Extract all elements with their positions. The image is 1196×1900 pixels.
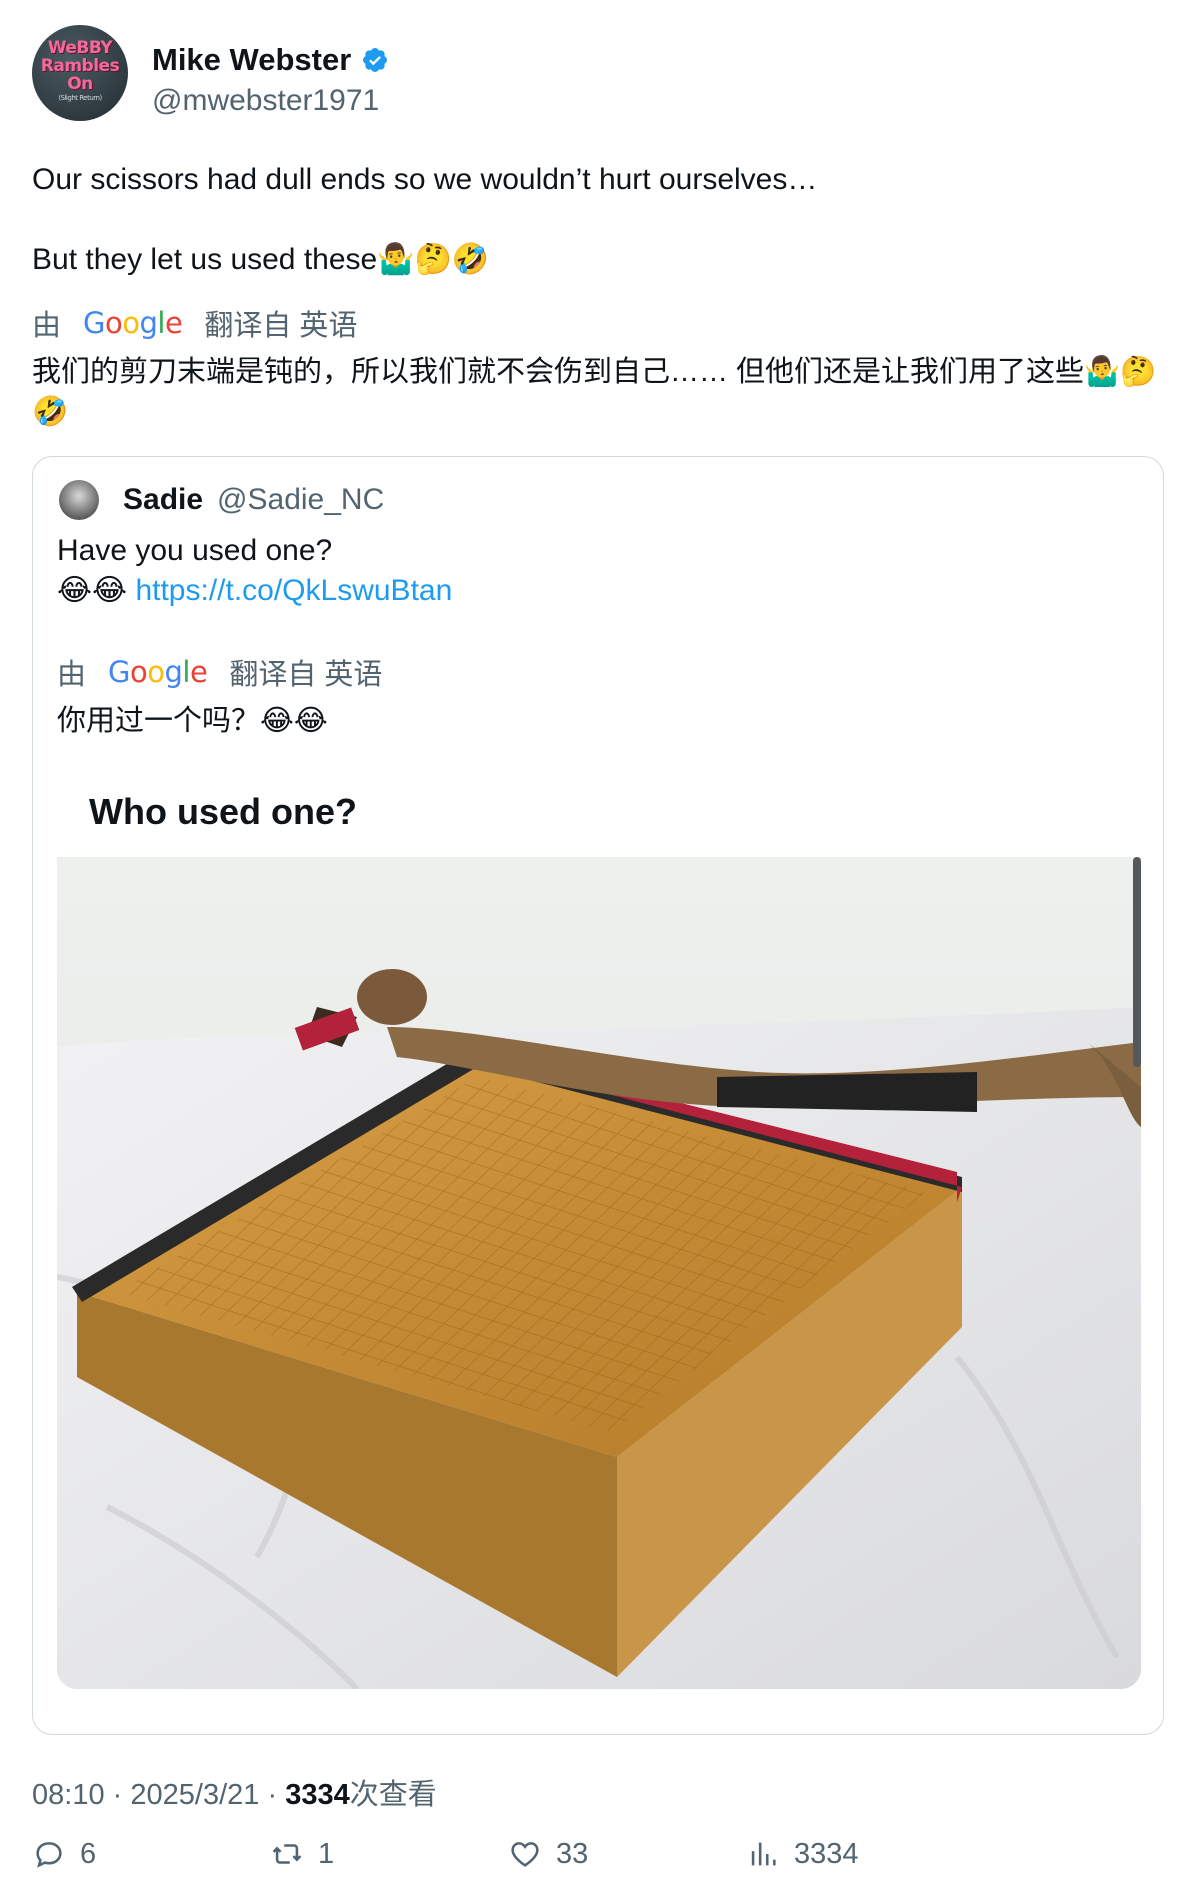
paper-cutter-image[interactable] [57, 857, 1141, 1689]
reply-icon [36, 1842, 62, 1868]
quoted-translation-attribution[interactable]: 由 Google 翻译自 英语 [57, 651, 1139, 693]
heart-icon [511, 1842, 539, 1867]
translation-source: 翻译自 英语 [204, 310, 358, 342]
quoted-tweet-link[interactable]: https://t.co/QkLswuBtan [135, 574, 452, 607]
translation-prefix: 由 [32, 310, 62, 342]
tweet-date[interactable]: 2025/3/21 [130, 1779, 259, 1811]
media-caption: Who used one? [89, 791, 357, 832]
verified-badge-icon [361, 46, 389, 74]
quoted-author-handle: @Sadie_NC [217, 483, 385, 516]
translation-source: 翻译自 英语 [229, 659, 383, 691]
tweet-text-line: But they let us used these🤷‍♂️🤔🤣 [32, 243, 490, 276]
image-scrollbar[interactable] [1133, 857, 1141, 1067]
tweet-time[interactable]: 08:10 [32, 1779, 105, 1811]
views-button[interactable]: 3334 [746, 1837, 984, 1871]
retweet-count: 1 [318, 1837, 335, 1870]
retweet-icon [272, 1844, 302, 1864]
quoted-tweet[interactable]: Sadie @Sadie_NC Have you used one? 😂😂 ht… [32, 456, 1164, 1735]
tweet-text-line: Our scissors had dull ends so we wouldn’… [32, 163, 818, 196]
author-name[interactable]: Mike Webster [152, 42, 351, 78]
quoted-text-line: Have you used one? [57, 534, 333, 567]
author-avatar[interactable]: WeBBY Rambles On (Slight Return) [32, 25, 128, 121]
like-button[interactable]: 33 [508, 1837, 746, 1871]
tweet-text: Our scissors had dull ends so we wouldn’… [32, 160, 1164, 280]
google-logo: Google [83, 306, 183, 340]
tweet-header: WeBBY Rambles On (Slight Return) Mike We… [32, 20, 1164, 130]
views-count: 3334 [285, 1779, 350, 1811]
views-label: 次查看 [349, 1779, 437, 1811]
tweet: WeBBY Rambles On (Slight Return) Mike We… [32, 20, 1164, 1879]
quoted-emoji: 😂😂 [57, 574, 128, 607]
retweet-button[interactable]: 1 [270, 1837, 508, 1871]
quoted-author-avatar [59, 480, 99, 520]
views-action-count: 3334 [794, 1837, 859, 1870]
meta-separator: · [267, 1779, 278, 1811]
like-count: 33 [556, 1837, 589, 1870]
quoted-tweet-header: Sadie @Sadie_NC [57, 479, 1139, 521]
avatar-logo: WeBBY Rambles On (Slight Return) [40, 38, 120, 102]
meta-separator: · [112, 1779, 123, 1811]
quoted-tweet-text: Have you used one? 😂😂 https://t.co/QkLsw… [57, 531, 1139, 611]
tweet-meta: 08:10 · 2025/3/21 · 3334次查看 [32, 1771, 1164, 1811]
quoted-text-line: 😂😂 https://t.co/QkLswuBtan [57, 571, 1139, 611]
google-logo: Google [108, 655, 208, 689]
reply-count: 6 [80, 1837, 97, 1870]
quoted-author-name: Sadie [123, 483, 204, 516]
analytics-icon [751, 1842, 776, 1866]
action-bar: 6 1 33 3334 [32, 1829, 1164, 1879]
translated-text: 我们的剪刀末端是钝的，所以我们就不会伤到自己…… 但他们还是让我们用了这些🤷‍♂… [32, 356, 1157, 428]
translation-prefix: 由 [57, 659, 87, 691]
reply-button[interactable]: 6 [32, 1837, 270, 1871]
quoted-translated-text: 你用过一个吗？😂😂 [57, 705, 328, 737]
translation-attribution[interactable]: 由 Google 翻译自 英语 [32, 302, 1164, 344]
author-handle[interactable]: @mwebster1971 [152, 84, 379, 118]
